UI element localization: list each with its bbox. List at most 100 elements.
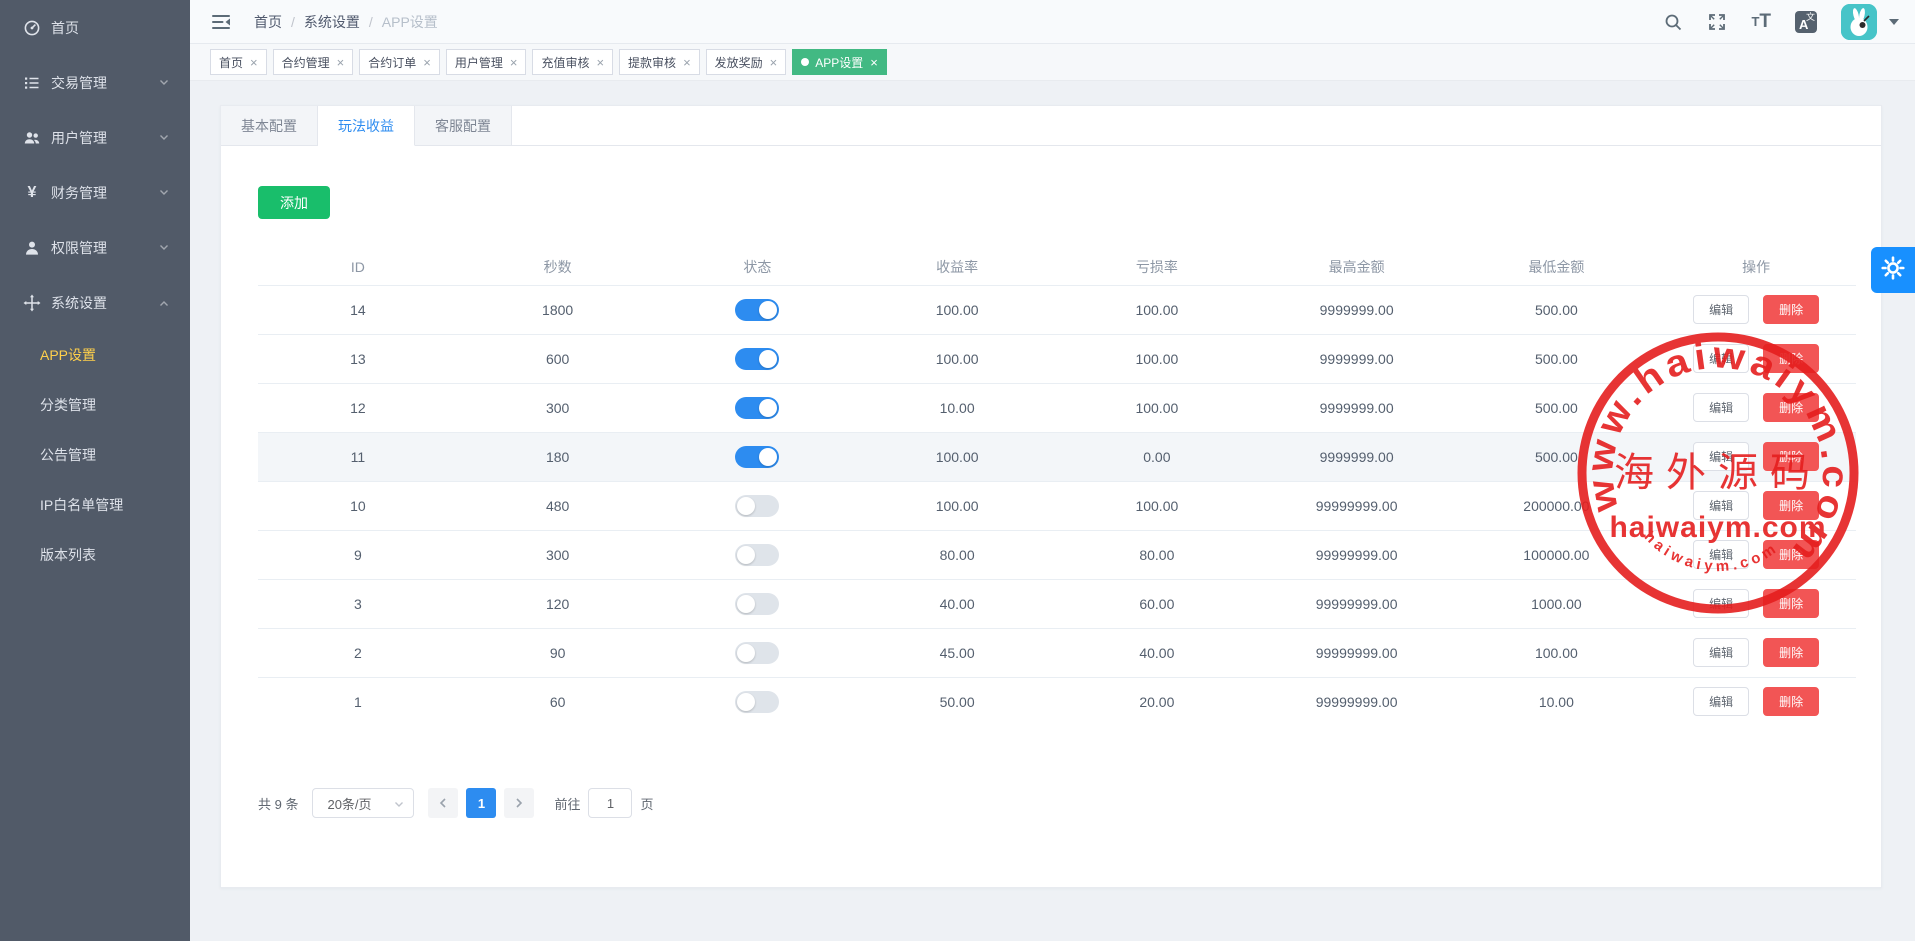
- delete-button[interactable]: 删除: [1763, 442, 1820, 471]
- chevron-down-icon: [393, 798, 405, 813]
- tag-close-icon[interactable]: ×: [337, 56, 345, 69]
- tag-close-icon[interactable]: ×: [510, 56, 518, 69]
- tag-close-icon[interactable]: ×: [250, 56, 258, 69]
- cell-id: 10: [258, 480, 458, 530]
- col-header-id: ID: [350, 258, 365, 275]
- search-icon[interactable]: [1663, 12, 1683, 32]
- status-toggle[interactable]: [735, 543, 780, 566]
- edit-button[interactable]: 编辑: [1693, 491, 1750, 520]
- delete-button[interactable]: 删除: [1763, 344, 1820, 373]
- delete-button[interactable]: 删除: [1763, 589, 1820, 618]
- sidebar-item-category[interactable]: 分类管理: [0, 380, 190, 430]
- cell-id: 9: [258, 529, 458, 579]
- cell-loss-rate: 20.00: [1057, 676, 1257, 726]
- toggle-knob: [759, 300, 778, 319]
- sidebar-item-permission[interactable]: 权限管理: [0, 220, 190, 275]
- delete-button[interactable]: 删除: [1763, 638, 1820, 667]
- edit-button[interactable]: 编辑: [1693, 540, 1750, 569]
- table-row: 2 90 45.00 40.00 99999999.00 100.00 编辑 删…: [258, 627, 1856, 677]
- cell-profit-rate: 100.00: [857, 431, 1057, 481]
- prev-page-button[interactable]: [428, 788, 459, 818]
- tag-close-icon[interactable]: ×: [423, 56, 431, 69]
- edit-button[interactable]: 编辑: [1693, 638, 1750, 667]
- sidebar: 首页 交易管理 用户管理 ¥ 财务管理 权限管理 系统设置 APP设置 分类管理…: [0, 0, 190, 941]
- sidebar-collapse-icon[interactable]: [210, 11, 232, 33]
- sidebar-item-announcement[interactable]: 公告管理: [0, 430, 190, 480]
- delete-button[interactable]: 删除: [1763, 491, 1820, 520]
- nav-tag[interactable]: 合约订单 ×: [359, 49, 440, 75]
- sidebar-item-trade[interactable]: 交易管理: [0, 55, 190, 110]
- breadcrumb-current: APP设置: [381, 13, 438, 30]
- tag-label: 发放奖励: [714, 55, 763, 70]
- edit-button[interactable]: 编辑: [1693, 393, 1750, 422]
- edit-button[interactable]: 编辑: [1693, 295, 1750, 324]
- caret-down-icon[interactable]: [1889, 18, 1899, 25]
- delete-button[interactable]: 删除: [1763, 393, 1820, 422]
- status-toggle[interactable]: [735, 690, 780, 713]
- avatar[interactable]: [1841, 3, 1877, 40]
- status-toggle[interactable]: [735, 494, 780, 517]
- delete-button[interactable]: 删除: [1763, 295, 1820, 324]
- tag-label: APP设置: [815, 55, 864, 70]
- edit-button[interactable]: 编辑: [1693, 589, 1750, 618]
- page-number-1[interactable]: 1: [466, 788, 497, 818]
- delete-button[interactable]: 删除: [1763, 540, 1820, 569]
- translate-icon[interactable]: A文: [1795, 10, 1817, 33]
- sidebar-item-system[interactable]: 系统设置: [0, 275, 190, 330]
- next-page-button[interactable]: [504, 788, 535, 818]
- pagination: 共 9 条 20条/页 1 前往 页: [258, 788, 1856, 818]
- tag-close-icon[interactable]: ×: [870, 56, 878, 69]
- cell-loss-rate: 60.00: [1057, 578, 1257, 628]
- nav-tag[interactable]: 提款审核 ×: [619, 49, 700, 75]
- tab-customer-service[interactable]: 客服配置: [415, 106, 512, 146]
- sidebar-item-home[interactable]: 首页: [0, 0, 190, 55]
- fullscreen-icon[interactable]: [1707, 12, 1727, 32]
- nav-tag[interactable]: APP设置 ×: [792, 49, 887, 75]
- cell-actions: 编辑 删除: [1656, 480, 1856, 530]
- sidebar-item-users[interactable]: 用户管理: [0, 110, 190, 165]
- tab-play-profit[interactable]: 玩法收益: [318, 106, 415, 146]
- nav-tag[interactable]: 充值审核 ×: [532, 49, 614, 75]
- trade-list-icon: [23, 74, 41, 92]
- status-toggle[interactable]: [735, 445, 780, 468]
- cell-profit-rate: 100.00: [857, 480, 1057, 530]
- goto-page-input[interactable]: [588, 788, 633, 818]
- sidebar-item-version-list[interactable]: 版本列表: [0, 530, 190, 580]
- status-toggle[interactable]: [735, 298, 780, 321]
- breadcrumb-section[interactable]: 系统设置: [304, 12, 360, 32]
- users-icon: [23, 129, 41, 147]
- status-toggle[interactable]: [735, 347, 780, 370]
- table-header-row: ID 秒数 状态 收益率 亏损率 最高金额 最低金额 操作: [258, 249, 1856, 285]
- breadcrumb-home[interactable]: 首页: [254, 12, 282, 32]
- font-size-icon[interactable]: TT: [1751, 12, 1771, 31]
- sidebar-item-ip-whitelist[interactable]: IP白名单管理: [0, 480, 190, 530]
- edit-button[interactable]: 编辑: [1693, 442, 1750, 471]
- cell-max-amount: 9999999.00: [1256, 382, 1457, 432]
- status-toggle[interactable]: [735, 641, 780, 664]
- add-button[interactable]: 添加: [258, 186, 330, 219]
- sidebar-item-finance[interactable]: ¥ 财务管理: [0, 165, 190, 220]
- status-toggle[interactable]: [735, 592, 780, 615]
- delete-button[interactable]: 删除: [1763, 687, 1820, 717]
- cell-loss-rate: 100.00: [1057, 333, 1257, 383]
- cell-loss-rate: 100.00: [1057, 382, 1257, 432]
- sidebar-item-app-settings[interactable]: APP设置: [0, 330, 190, 380]
- edit-button[interactable]: 编辑: [1693, 687, 1750, 717]
- nav-tag[interactable]: 首页 ×: [210, 49, 267, 75]
- status-toggle[interactable]: [735, 396, 780, 419]
- tag-close-icon[interactable]: ×: [683, 56, 691, 69]
- nav-tag[interactable]: 发放奖励 ×: [705, 49, 787, 75]
- tag-close-icon[interactable]: ×: [770, 56, 778, 69]
- sidebar-submenu: APP设置 分类管理 公告管理 IP白名单管理 版本列表: [0, 330, 190, 580]
- page-size-select[interactable]: 20条/页: [312, 788, 415, 818]
- cell-actions: 编辑 删除: [1656, 382, 1856, 432]
- tag-close-icon[interactable]: ×: [596, 56, 604, 69]
- theme-settings-button[interactable]: [1871, 247, 1915, 293]
- edit-button[interactable]: 编辑: [1693, 344, 1750, 373]
- nav-tag[interactable]: 用户管理 ×: [445, 49, 527, 75]
- nav-tag[interactable]: 合约管理 ×: [272, 49, 354, 75]
- table-row: 11 180 100.00 0.00 9999999.00 500.00 编辑 …: [258, 431, 1856, 481]
- tab-basic-config[interactable]: 基本配置: [221, 106, 318, 146]
- col-header-min-amount: 最低金额: [1528, 258, 1585, 275]
- col-header-loss-rate: 亏损率: [1135, 258, 1178, 275]
